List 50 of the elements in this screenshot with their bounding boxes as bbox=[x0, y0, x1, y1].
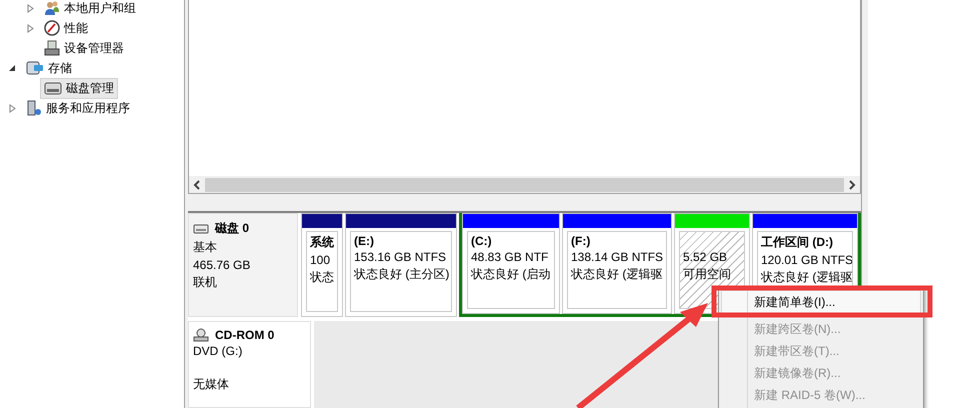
cd-drive-icon bbox=[193, 328, 209, 342]
horizontal-scrollbar[interactable] bbox=[188, 176, 861, 194]
computer-icon bbox=[44, 40, 60, 56]
menu-item[interactable]: 新建简单卷(I)... bbox=[721, 290, 921, 314]
gauge-icon bbox=[44, 20, 60, 36]
collapsed-arrow-icon[interactable] bbox=[26, 4, 34, 12]
partition-name: 系统 bbox=[310, 234, 334, 251]
expanded-arrow-icon[interactable] bbox=[8, 64, 16, 72]
disk-info: 465.76 GB bbox=[193, 258, 252, 272]
partition[interactable]: 系统 100 状态 bbox=[301, 213, 343, 317]
users-icon bbox=[44, 0, 60, 16]
partition-name: (E:) bbox=[354, 234, 375, 248]
tree-item[interactable]: 性能 bbox=[40, 18, 92, 38]
scroll-right-icon[interactable] bbox=[848, 180, 856, 190]
disk-drive-icon bbox=[193, 224, 209, 234]
disk-info: 联机 bbox=[193, 274, 218, 291]
partition-size: 5.52 GB bbox=[683, 250, 728, 264]
partition-size: 100 bbox=[310, 253, 332, 267]
collapsed-arrow-icon[interactable] bbox=[8, 104, 16, 112]
tree-item[interactable]: 本地用户和组 bbox=[40, 0, 140, 18]
tree-item[interactable]: 服务和应用程序 bbox=[22, 98, 134, 118]
disk-info: DVD (G:) bbox=[193, 344, 244, 358]
disk-name: CD-ROM 0 bbox=[215, 328, 274, 342]
partition-size: 153.16 GB NTFS bbox=[354, 250, 448, 264]
partition-name: 工作区间 (D:) bbox=[761, 234, 834, 251]
partition-status: 可用空间 bbox=[683, 266, 732, 283]
partition-size: 138.14 GB NTFS bbox=[571, 250, 663, 264]
disk-label[interactable]: 磁盘 0 基本 465.76 GB 联机 bbox=[188, 213, 298, 317]
partition-header-bar bbox=[302, 214, 342, 228]
scroll-left-icon[interactable] bbox=[193, 180, 201, 190]
partition-name: (F:) bbox=[571, 234, 592, 248]
disk-info: 基本 bbox=[193, 239, 218, 256]
disk-label[interactable]: CD-ROM 0 DVD (G:) 无媒体 bbox=[188, 321, 311, 408]
storage-icon bbox=[26, 60, 44, 76]
partition-status: 状态 bbox=[310, 269, 334, 286]
partition[interactable]: (E:) 153.16 GB NTFS 状态良好 (主分区) bbox=[345, 213, 457, 317]
partition[interactable]: (F:) 138.14 GB NTFS 状态良好 (逻辑驱 bbox=[562, 213, 672, 314]
partition-name: (C:) bbox=[471, 234, 493, 248]
collapsed-arrow-icon[interactable] bbox=[26, 24, 34, 32]
disk-name: 磁盘 0 bbox=[215, 220, 250, 237]
tree-item[interactable]: 存储 bbox=[22, 58, 76, 78]
tree-item[interactable]: 设备管理器 bbox=[40, 38, 128, 58]
disk-info: 无媒体 bbox=[193, 376, 230, 393]
partition-status: 状态良好 (逻辑驱 bbox=[571, 266, 663, 283]
partition-status: 状态良好 (启动 bbox=[471, 266, 551, 283]
tree-item[interactable]: 磁盘管理 bbox=[40, 78, 118, 98]
disk-drive-icon bbox=[44, 80, 62, 96]
partition-size: 48.83 GB NTF bbox=[471, 250, 550, 264]
partition[interactable]: (C:) 48.83 GB NTF 状态良好 (启动 bbox=[462, 213, 560, 314]
partition-status: 状态良好 (主分区) bbox=[354, 266, 448, 283]
